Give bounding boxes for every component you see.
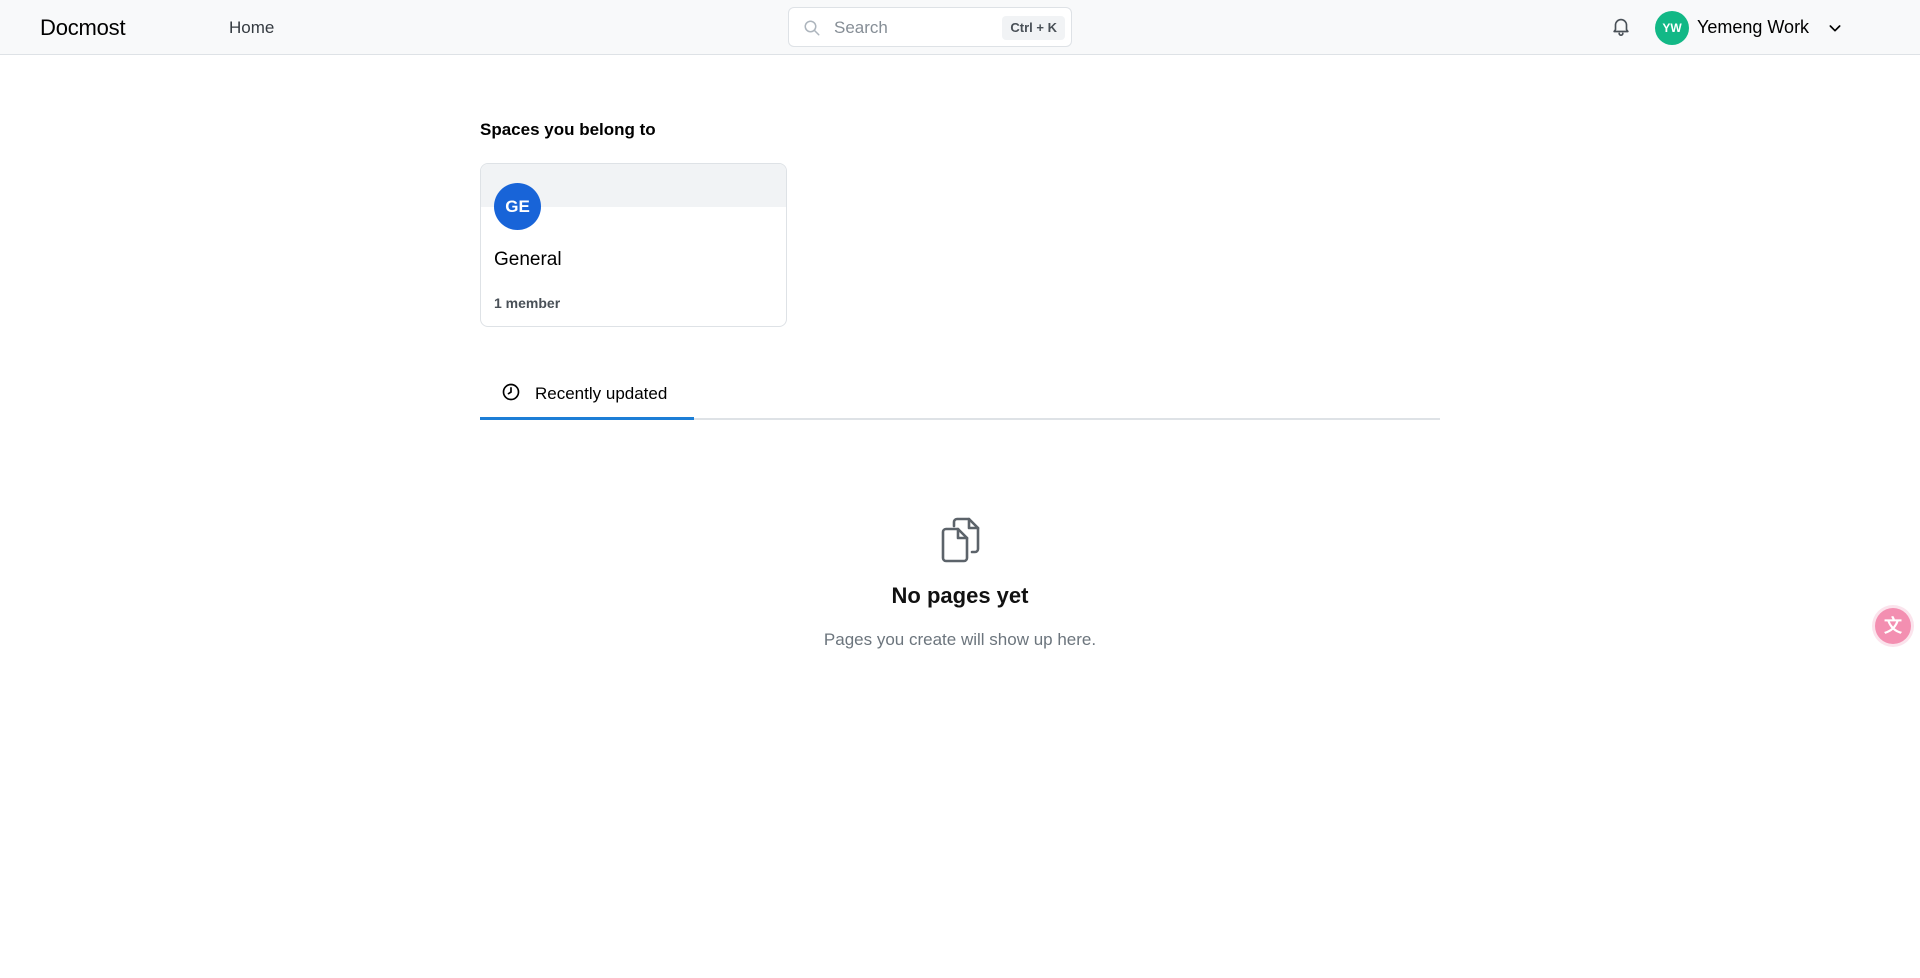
translate-floating-button[interactable]: 文 xyxy=(1875,608,1911,644)
space-card-general[interactable]: GE General 1 member xyxy=(480,163,787,327)
space-name: General xyxy=(494,249,562,270)
user-avatar: YW xyxy=(1655,11,1689,45)
chevron-down-icon xyxy=(1829,25,1841,32)
space-avatar: GE xyxy=(494,183,541,230)
user-name: Yemeng Work xyxy=(1697,17,1810,37)
empty-state-subtitle: Pages you create will show up here. xyxy=(823,630,1097,649)
nav-home-link[interactable]: Home xyxy=(229,18,274,38)
translate-icon: 文 xyxy=(1884,616,1902,636)
tab-label: Recently updated xyxy=(535,384,668,403)
top-header: Docmost Home Search Ctrl + K YW Yemeng W… xyxy=(0,0,1920,55)
space-member-count: 1 member xyxy=(494,295,561,311)
spaces-section-title: Spaces you belong to xyxy=(480,120,656,139)
search-icon xyxy=(804,20,820,36)
clock-icon xyxy=(502,383,520,401)
empty-state-title: No pages yet xyxy=(891,583,1029,608)
bell-icon[interactable] xyxy=(1610,15,1632,37)
copy-pages-icon xyxy=(941,517,980,563)
app-logo[interactable]: Docmost xyxy=(40,15,126,41)
search-shortcut-badge: Ctrl + K xyxy=(1002,16,1065,40)
search-box[interactable]: Search Ctrl + K xyxy=(788,7,1072,47)
search-placeholder: Search xyxy=(834,18,888,37)
tabs-bar: Recently updated xyxy=(480,374,1440,420)
tab-recently-updated[interactable]: Recently updated xyxy=(480,374,694,420)
user-menu[interactable]: YW Yemeng Work xyxy=(1655,11,1845,45)
